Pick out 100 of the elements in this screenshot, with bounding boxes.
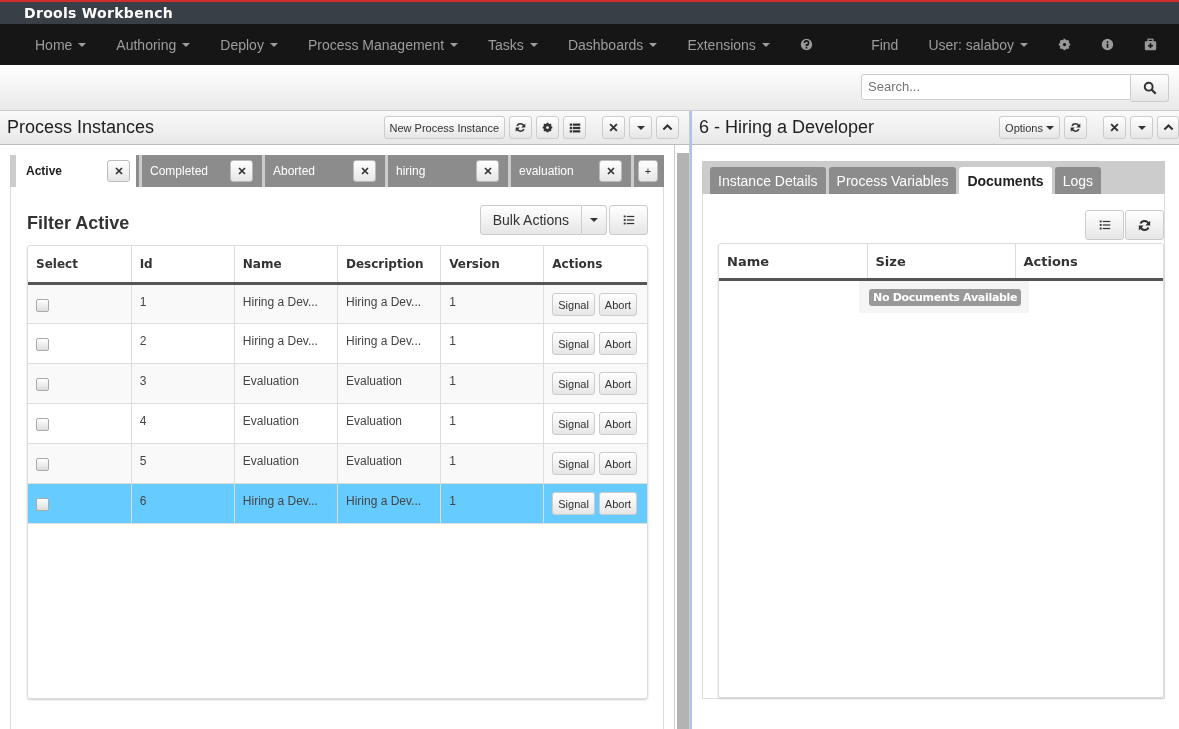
- row-action-button[interactable]: Signal: [552, 332, 595, 355]
- row-action-button[interactable]: Signal: [552, 492, 595, 515]
- row-action-button[interactable]: Signal: [552, 412, 595, 435]
- filter-tab[interactable]: Active: [10, 155, 136, 187]
- description-text: Evaluation: [345, 374, 402, 388]
- help-icon[interactable]: [799, 38, 813, 51]
- caret-icon: [450, 42, 459, 47]
- refresh-icon: [1138, 218, 1151, 232]
- row-action-button[interactable]: Signal: [552, 372, 595, 395]
- columns-button[interactable]: [609, 205, 648, 235]
- version-text: 1: [449, 414, 456, 428]
- add-tab-button[interactable]: +: [638, 160, 658, 182]
- nav-menu-item[interactable]: Dashboards: [567, 36, 658, 53]
- name-text: Hiring a Dev...: [242, 494, 318, 508]
- collapse-button[interactable]: [656, 116, 679, 139]
- table-row[interactable]: 5 Evaluation Evaluation 1 Signal Abort: [28, 443, 647, 484]
- collapse-button[interactable]: [1157, 116, 1179, 139]
- nav-menu-item[interactable]: Extensions: [687, 36, 770, 53]
- version-text: 1: [449, 454, 456, 468]
- row-action-button[interactable]: Abort: [598, 452, 638, 475]
- nav-menu-item[interactable]: Find: [871, 36, 899, 53]
- panel-title: Process Instances: [7, 117, 155, 138]
- caret-icon: [182, 42, 191, 47]
- table-row[interactable]: 6 Hiring a Dev... Hiring a Dev... 1 Signal Abort: [28, 483, 647, 524]
- description-text: Hiring a Dev...: [345, 494, 422, 508]
- list-icon: [621, 214, 636, 226]
- close-icon: [609, 123, 618, 132]
- row-checkbox[interactable]: [36, 378, 49, 391]
- row-checkbox[interactable]: [36, 458, 49, 471]
- row-action-button[interactable]: Abort: [598, 293, 638, 316]
- options-button[interactable]: Options: [999, 116, 1060, 139]
- gear-icon: [542, 122, 553, 133]
- close-icon: [237, 167, 246, 175]
- close-button[interactable]: [602, 116, 625, 139]
- list-icon: [1097, 219, 1112, 231]
- row-checkbox[interactable]: [36, 418, 49, 431]
- tab-label[interactable]: Active: [26, 164, 63, 178]
- search-field[interactable]: Search...: [861, 73, 1131, 100]
- chevron-up-icon: [662, 122, 673, 133]
- nav-menu-item[interactable]: Home: [35, 36, 87, 53]
- close-tab-button[interactable]: [353, 160, 376, 182]
- row-action-button[interactable]: Abort: [598, 332, 638, 355]
- row-checkbox[interactable]: [36, 299, 49, 312]
- close-icon: [1110, 123, 1119, 132]
- scrollbar-thumb[interactable]: [677, 153, 689, 729]
- bulk-actions-button[interactable]: Bulk Actions: [479, 205, 582, 235]
- close-button[interactable]: [1103, 116, 1126, 139]
- row-checkbox[interactable]: [36, 338, 49, 351]
- description-text: Hiring a Dev...: [345, 334, 422, 348]
- panel-title: 6 - Hiring a Developer: [699, 117, 875, 138]
- settings-icon[interactable]: [1058, 38, 1071, 51]
- row-checkbox[interactable]: [36, 498, 49, 511]
- refresh-button[interactable]: [1064, 116, 1087, 139]
- settings-button[interactable]: [536, 116, 559, 139]
- version-text: 1: [449, 295, 456, 309]
- caret-icon: [78, 42, 87, 47]
- nav-menu-item[interactable]: User: salaboy: [928, 36, 1028, 53]
- table-row[interactable]: 2 Hiring a Dev... Hiring a Dev... 1 Signal Abort: [28, 323, 647, 364]
- refresh-button[interactable]: [509, 116, 532, 139]
- close-icon: [606, 167, 615, 175]
- close-tab-button[interactable]: [107, 160, 130, 182]
- nav-menu-item[interactable]: Deploy: [220, 36, 278, 53]
- name-text: Evaluation: [242, 414, 299, 428]
- id-text: 3: [139, 374, 147, 388]
- chevron-up-icon: [1162, 122, 1174, 133]
- row-action-button[interactable]: Abort: [598, 492, 638, 515]
- dropdown-button[interactable]: [629, 116, 652, 139]
- name-text: Hiring a Dev...: [242, 334, 318, 348]
- refresh-button[interactable]: [1125, 210, 1164, 240]
- close-icon: [114, 167, 123, 175]
- table-row[interactable]: 3 Evaluation Evaluation 1 Signal Abort: [28, 363, 647, 404]
- close-tab-button[interactable]: [599, 160, 622, 182]
- row-action-button[interactable]: Abort: [598, 412, 638, 435]
- row-action-button[interactable]: Signal: [552, 452, 595, 475]
- info-icon[interactable]: [1101, 38, 1114, 51]
- columns-button[interactable]: [1085, 210, 1124, 240]
- column-header[interactable]: Name: [719, 244, 867, 280]
- name-text: Hiring a Dev...: [242, 295, 318, 309]
- row-action-button[interactable]: Abort: [598, 372, 638, 395]
- medical-kit-icon[interactable]: [1144, 38, 1157, 51]
- close-tab-button[interactable]: [230, 160, 253, 182]
- column-header[interactable]: Actions: [1015, 244, 1163, 280]
- caret-icon: [269, 42, 278, 47]
- dropdown-button[interactable]: [1130, 116, 1153, 139]
- table-row[interactable]: 4 Evaluation Evaluation 1 Signal Abort: [28, 403, 647, 444]
- close-tab-button[interactable]: [476, 160, 499, 182]
- id-text: 5: [139, 454, 147, 468]
- detail-tab[interactable]: Documents: [959, 167, 1052, 194]
- nav-menu-item[interactable]: Tasks: [488, 36, 538, 53]
- search-button[interactable]: [1131, 73, 1169, 102]
- new-process-instance-button[interactable]: New Process Instance: [383, 116, 505, 139]
- id-text: 2: [139, 334, 147, 348]
- list-button[interactable]: [563, 116, 586, 139]
- table-row[interactable]: 1 Hiring a Dev... Hiring a Dev... 1 Signal Abort: [28, 283, 647, 324]
- nav-menu-item[interactable]: Authoring: [116, 36, 191, 53]
- nav-menu-item[interactable]: Process Management: [307, 36, 459, 53]
- row-action-button[interactable]: Signal: [552, 293, 595, 316]
- description-text: Hiring a Dev...: [345, 295, 422, 309]
- caret-icon: [1046, 125, 1054, 130]
- caret-icon: [649, 42, 658, 47]
